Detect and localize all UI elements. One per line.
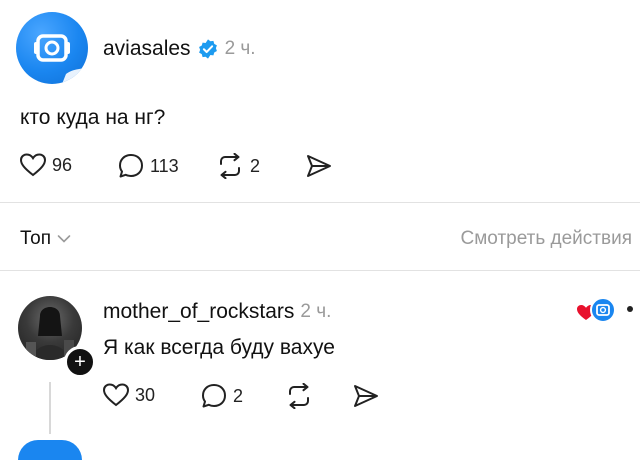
follow-plus-button[interactable]: +	[64, 346, 96, 378]
repost-icon	[220, 153, 240, 179]
heart-icon	[103, 383, 129, 407]
share-button[interactable]	[306, 154, 332, 178]
thread-line	[49, 382, 51, 434]
like-button[interactable]: 96	[20, 153, 72, 177]
send-icon	[354, 385, 378, 407]
reply-share-button[interactable]	[353, 384, 379, 408]
section-divider	[0, 202, 640, 203]
comment-button[interactable]: 113	[118, 153, 179, 179]
reply-comment-button[interactable]: 2	[201, 383, 243, 409]
like-count: 96	[52, 154, 73, 175]
repost-count: 2	[250, 155, 261, 176]
send-icon	[307, 155, 331, 177]
repost-button[interactable]: 2	[216, 153, 260, 179]
reply-text: Я как всегда буду вахуе	[103, 336, 335, 359]
author-liked-indicator	[576, 296, 616, 326]
sort-dropdown[interactable]: Топ	[20, 228, 71, 250]
post-author-handle[interactable]: aviasales	[103, 37, 191, 61]
view-activity-link[interactable]: Смотреть действия	[461, 228, 632, 250]
aviasales-avatar[interactable]	[16, 12, 88, 84]
post-author-row: aviasales 2 ч.	[103, 37, 256, 61]
reply-like-count: 30	[135, 384, 156, 405]
post-text: кто куда на нг?	[20, 106, 166, 129]
next-reply-avatar[interactable]	[18, 440, 82, 460]
section-divider	[0, 270, 640, 271]
reply-repost-button[interactable]	[285, 383, 313, 409]
verified-badge-icon	[198, 39, 217, 59]
post-time: 2 ч.	[224, 38, 256, 59]
reply-time: 2 ч.	[300, 301, 332, 322]
reply-comment-count: 2	[233, 385, 244, 406]
heart-with-avatar-icon	[577, 297, 616, 323]
comment-bubble-icon	[202, 384, 226, 408]
heart-icon	[20, 153, 46, 177]
aviasales-logo-icon	[34, 34, 88, 84]
reply-author-row: mother_of_rockstars 2 ч.	[103, 300, 331, 324]
reply-author-handle[interactable]: mother_of_rockstars	[103, 300, 294, 324]
repost-icon	[289, 383, 309, 409]
sort-label: Топ	[20, 228, 51, 249]
comment-count: 113	[150, 155, 179, 176]
more-options-icon[interactable]	[627, 306, 633, 312]
comment-bubble-icon	[119, 154, 143, 178]
chevron-down-icon	[57, 231, 71, 247]
reply-like-button[interactable]: 30	[103, 383, 155, 407]
